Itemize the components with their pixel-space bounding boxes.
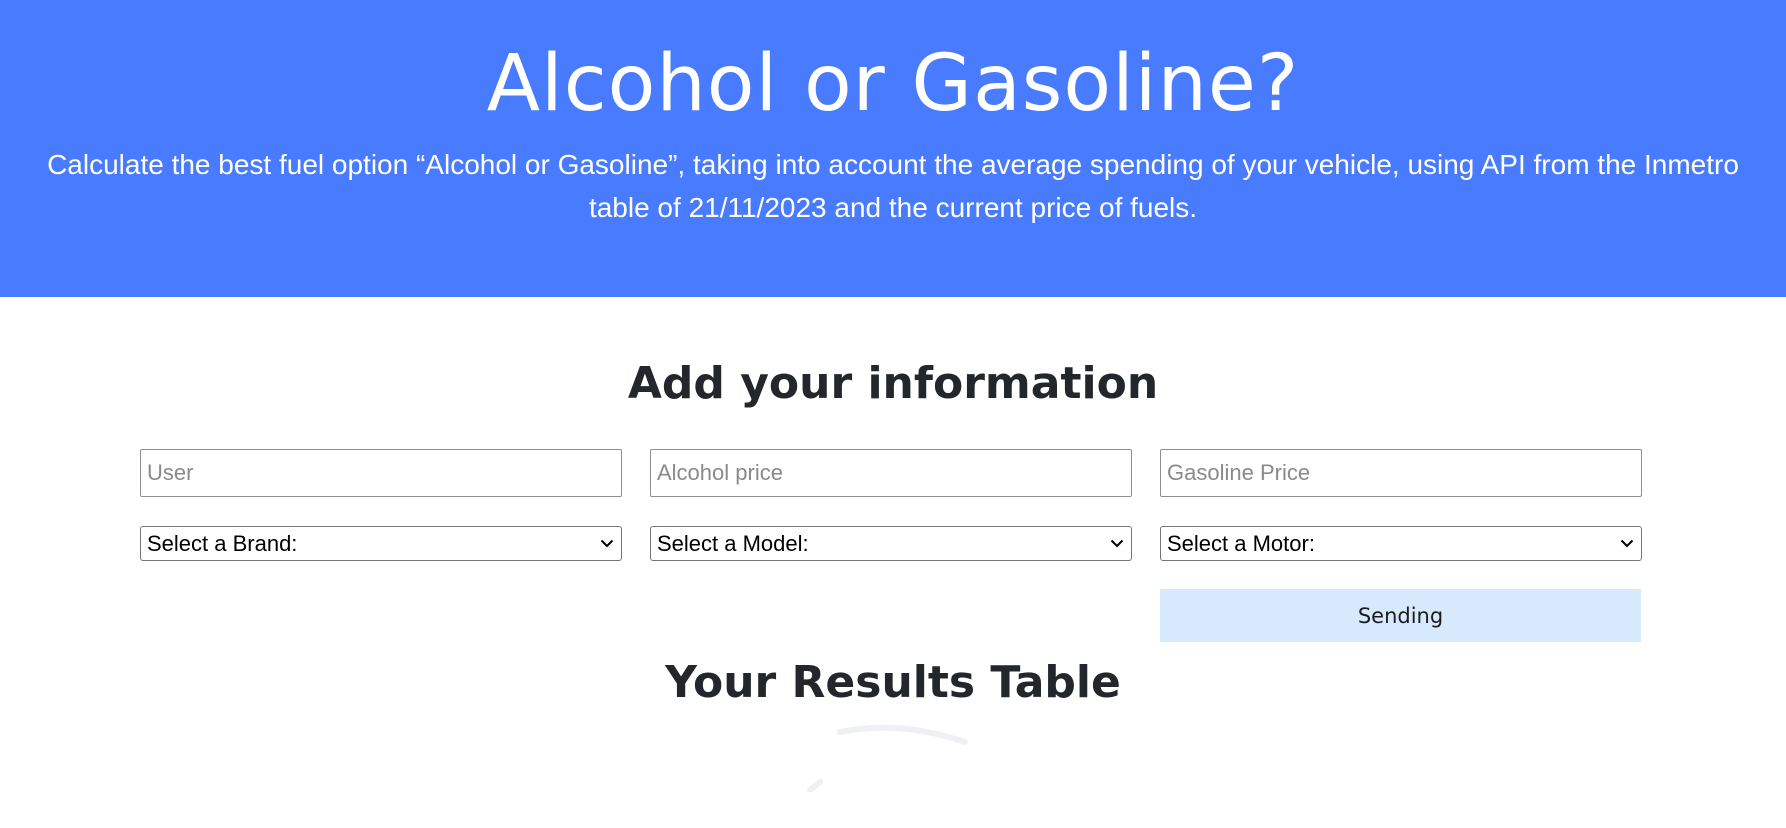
- form-title: Add your information: [627, 358, 1159, 409]
- page-description: Calculate the best fuel option “Alcohol …: [47, 149, 1739, 223]
- user-input[interactable]: [140, 449, 622, 497]
- chevron-down-icon: [599, 536, 615, 552]
- brand-select-label: Select a Brand:: [147, 530, 298, 556]
- results-title: Your Results Table: [665, 657, 1121, 708]
- page-title: Alcohol or Gasoline?: [486, 39, 1300, 129]
- motor-select[interactable]: Select a Motor:: [1160, 526, 1642, 561]
- chevron-down-icon: [1619, 536, 1635, 552]
- hero-banner: Alcohol or Gasoline? Calculate the best …: [0, 0, 1786, 297]
- model-select[interactable]: Select a Model:: [650, 526, 1132, 561]
- model-select-label: Select a Model:: [657, 530, 809, 556]
- motor-select-label: Select a Motor:: [1167, 530, 1315, 556]
- gasoline-price-input[interactable]: [1160, 449, 1642, 497]
- sending-button[interactable]: Sending: [1160, 589, 1641, 642]
- brand-select[interactable]: Select a Brand:: [140, 526, 622, 561]
- alcohol-price-input[interactable]: [650, 449, 1132, 497]
- chevron-down-icon: [1109, 536, 1125, 552]
- loading-spinner-icon: [807, 724, 968, 792]
